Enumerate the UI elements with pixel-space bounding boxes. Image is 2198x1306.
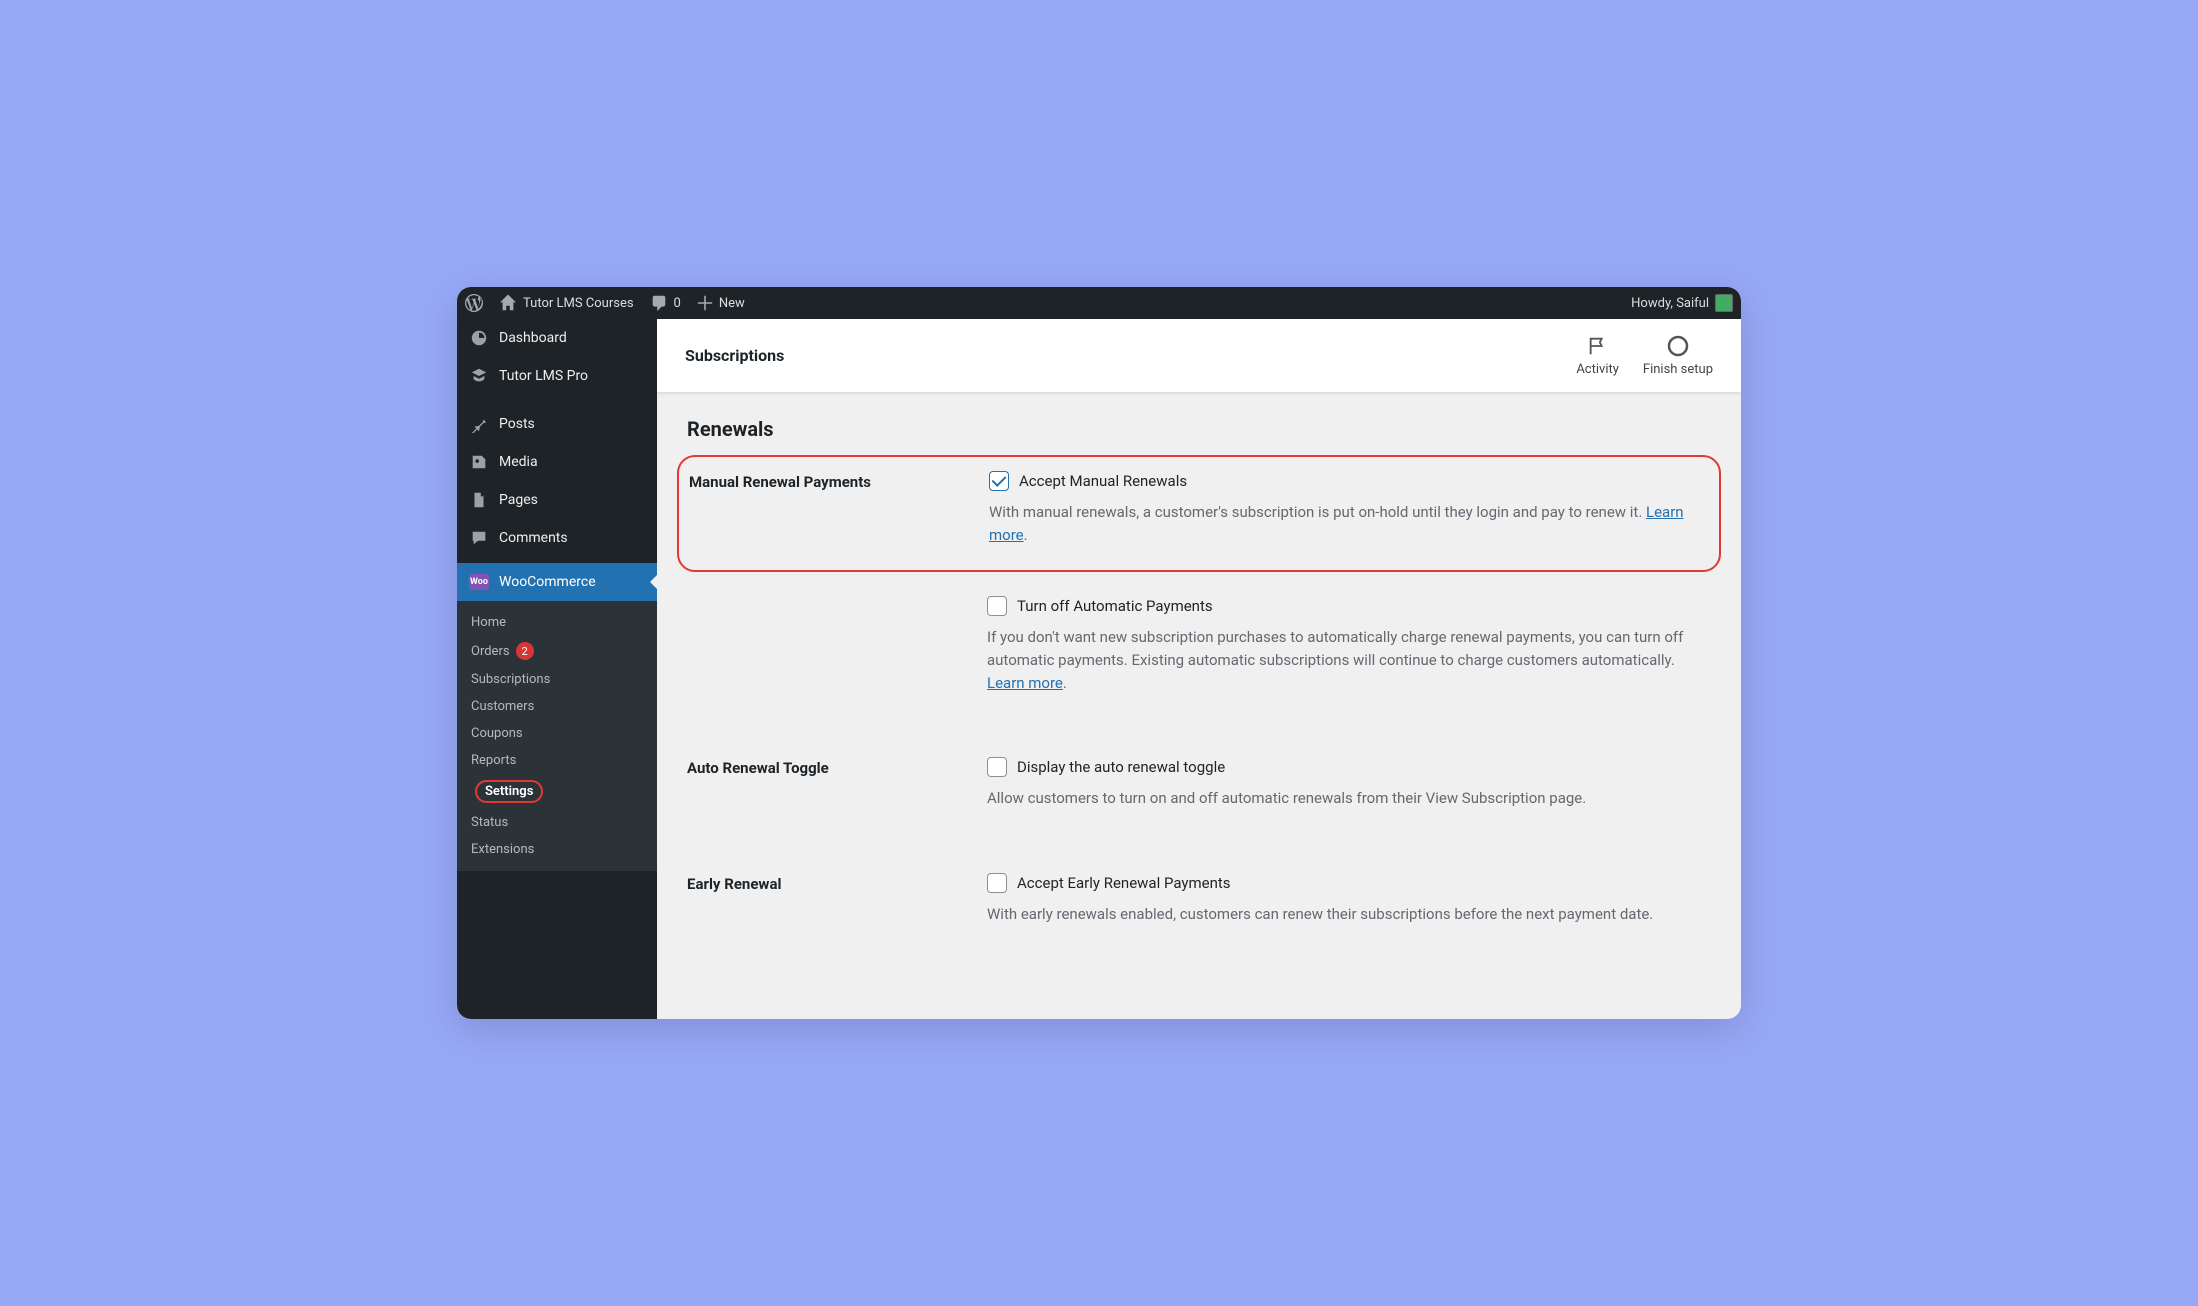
accept-manual-label: Accept Manual Renewals bbox=[1019, 472, 1187, 490]
activity-button[interactable]: Activity bbox=[1576, 334, 1619, 377]
comments-bubble[interactable]: 0 bbox=[650, 294, 681, 312]
new-content[interactable]: New bbox=[697, 295, 745, 311]
content-area: Subscriptions Activity Finish setup Rene… bbox=[657, 319, 1741, 1019]
pin-icon bbox=[469, 414, 489, 434]
sub-settings[interactable]: Settings bbox=[485, 784, 533, 799]
avatar bbox=[1715, 294, 1733, 312]
sidebar-item-posts[interactable]: Posts bbox=[457, 405, 657, 443]
manual-desc: With manual renewals, a customer's subsc… bbox=[989, 501, 1699, 548]
woo-icon: Woo bbox=[469, 572, 489, 592]
sidebar-item-comments[interactable]: Comments bbox=[457, 519, 657, 557]
sub-reports[interactable]: Reports bbox=[457, 747, 657, 774]
sub-orders[interactable]: Orders 2 bbox=[457, 636, 657, 666]
circle-icon bbox=[1666, 334, 1690, 358]
sub-coupons[interactable]: Coupons bbox=[457, 720, 657, 747]
auto-toggle-label: Auto Renewal Toggle bbox=[687, 757, 987, 834]
accept-manual-checkbox[interactable] bbox=[989, 471, 1009, 491]
page-topbar: Subscriptions Activity Finish setup bbox=[657, 319, 1741, 393]
sub-settings-wrap: Settings bbox=[457, 774, 657, 809]
display-auto-toggle-label: Display the auto renewal toggle bbox=[1017, 758, 1225, 776]
flag-icon bbox=[1586, 334, 1610, 358]
sidebar-item-dashboard[interactable]: Dashboard bbox=[457, 319, 657, 357]
media-icon bbox=[469, 452, 489, 472]
wp-logo-icon[interactable] bbox=[465, 294, 483, 312]
howdy-text: Howdy, Saiful bbox=[1631, 296, 1709, 311]
early-renewal-checkbox-label: Accept Early Renewal Payments bbox=[1017, 874, 1231, 892]
early-renewal-desc: With early renewals enabled, customers c… bbox=[987, 903, 1697, 926]
orders-badge: 2 bbox=[516, 642, 534, 660]
sub-status[interactable]: Status bbox=[457, 809, 657, 836]
turnoff-desc: If you don't want new subscription purch… bbox=[987, 626, 1697, 696]
sub-customers[interactable]: Customers bbox=[457, 693, 657, 720]
manual-renewal-label: Manual Renewal Payments bbox=[689, 471, 989, 556]
home-link[interactable]: Tutor LMS Courses bbox=[499, 294, 634, 312]
admin-sidebar: Dashboard Tutor LMS Pro Posts Media Page… bbox=[457, 319, 657, 1019]
sub-home[interactable]: Home bbox=[457, 609, 657, 636]
dashboard-icon bbox=[469, 328, 489, 348]
sidebar-item-media[interactable]: Media bbox=[457, 443, 657, 481]
sub-extensions[interactable]: Extensions bbox=[457, 836, 657, 863]
page-icon bbox=[469, 490, 489, 510]
turnoff-auto-label: Turn off Automatic Payments bbox=[1017, 597, 1213, 615]
tutor-icon bbox=[469, 366, 489, 386]
woocommerce-submenu: Home Orders 2 Subscriptions Customers Co… bbox=[457, 601, 657, 871]
sidebar-item-pages[interactable]: Pages bbox=[457, 481, 657, 519]
new-label: New bbox=[719, 296, 745, 311]
sidebar-item-woocommerce[interactable]: Woo WooCommerce bbox=[457, 563, 657, 601]
early-renewal-checkbox[interactable] bbox=[987, 873, 1007, 893]
manual-renewal-highlight: Manual Renewal Payments Accept Manual Re… bbox=[677, 455, 1721, 572]
comments-count: 0 bbox=[674, 296, 681, 311]
admin-bar: Tutor LMS Courses 0 New Howdy, Saiful bbox=[457, 287, 1741, 319]
howdy-user[interactable]: Howdy, Saiful bbox=[1631, 294, 1733, 312]
auto-toggle-desc: Allow customers to turn on and off autom… bbox=[987, 787, 1697, 810]
turnoff-learn-more-link[interactable]: Learn more bbox=[987, 674, 1063, 692]
sub-subscriptions[interactable]: Subscriptions bbox=[457, 666, 657, 693]
display-auto-toggle-checkbox[interactable] bbox=[987, 757, 1007, 777]
page-title: Subscriptions bbox=[685, 346, 784, 365]
finish-setup-button[interactable]: Finish setup bbox=[1643, 334, 1713, 377]
sidebar-item-tutor-pro[interactable]: Tutor LMS Pro bbox=[457, 357, 657, 395]
site-title: Tutor LMS Courses bbox=[523, 296, 634, 311]
section-heading: Renewals bbox=[687, 417, 1711, 441]
early-renewal-label: Early Renewal bbox=[687, 873, 987, 950]
app-window: Tutor LMS Courses 0 New Howdy, Saiful Da… bbox=[457, 287, 1741, 1019]
settings-highlight: Settings bbox=[475, 780, 543, 803]
turnoff-auto-checkbox[interactable] bbox=[987, 596, 1007, 616]
comment-icon bbox=[469, 528, 489, 548]
